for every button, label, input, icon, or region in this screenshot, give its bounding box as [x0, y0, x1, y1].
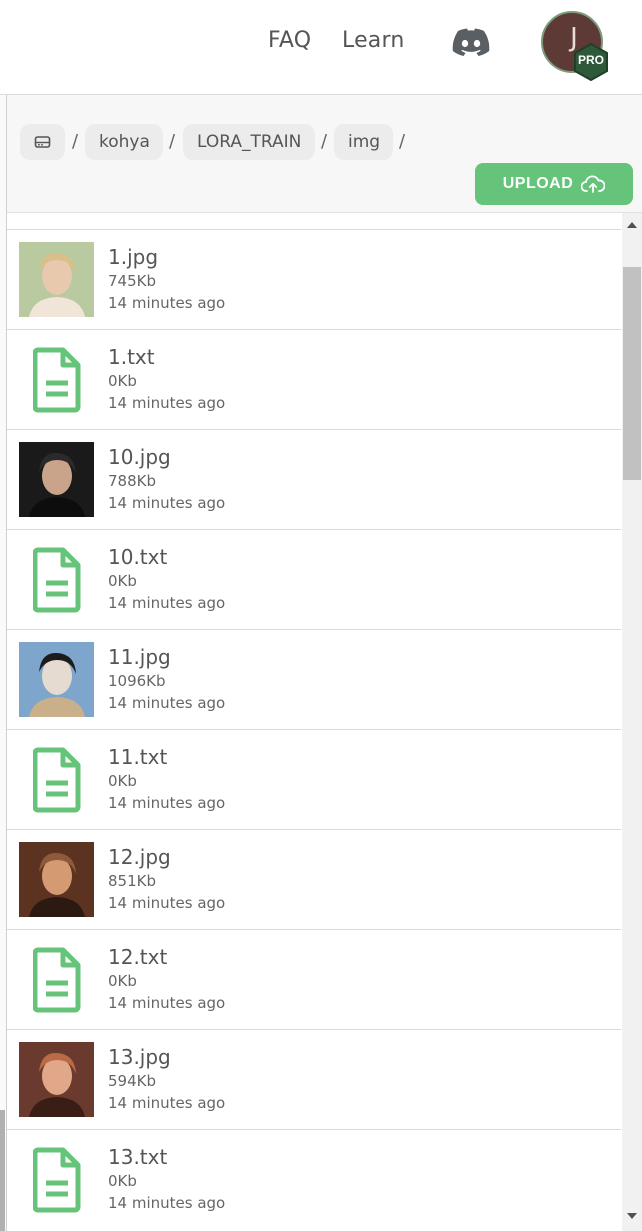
- file-name[interactable]: 12.txt: [108, 945, 167, 969]
- file-row[interactable]: 11.jpg 1096Kb 14 minutes ago: [7, 629, 621, 729]
- breadcrumb-separator: /: [169, 131, 176, 152]
- file-name[interactable]: 11.jpg: [108, 645, 171, 669]
- scroll-down-arrow-icon[interactable]: [627, 1213, 637, 1219]
- file-row[interactable]: 11.txt 0Kb 14 minutes ago: [7, 729, 621, 829]
- file-size: 0Kb: [108, 972, 137, 990]
- text-file-icon[interactable]: [33, 947, 81, 1013]
- breadcrumb-separator: /: [321, 131, 328, 152]
- file-modified-time: 14 minutes ago: [108, 1094, 226, 1112]
- file-modified-time: 14 minutes ago: [108, 1194, 226, 1212]
- file-list: 1.jpg 745Kb 14 minutes ago 1.txt 0Kb 14 …: [7, 229, 621, 1229]
- file-modified-time: 14 minutes ago: [108, 394, 226, 412]
- file-row[interactable]: 10.jpg 788Kb 14 minutes ago: [7, 429, 621, 529]
- file-modified-time: 14 minutes ago: [108, 294, 226, 312]
- file-size: 0Kb: [108, 1172, 137, 1190]
- file-modified-time: 14 minutes ago: [108, 894, 226, 912]
- text-file-icon[interactable]: [33, 547, 81, 613]
- file-modified-time: 14 minutes ago: [108, 794, 226, 812]
- image-thumbnail[interactable]: [19, 242, 94, 317]
- file-size: 745Kb: [108, 272, 156, 290]
- file-modified-time: 14 minutes ago: [108, 594, 226, 612]
- breadcrumb-separator: /: [399, 131, 406, 152]
- image-thumbnail[interactable]: [19, 842, 94, 917]
- file-size: 0Kb: [108, 572, 137, 590]
- file-name[interactable]: 13.txt: [108, 1145, 167, 1169]
- scroll-up-arrow-icon[interactable]: [627, 222, 637, 228]
- file-row[interactable]: 12.jpg 851Kb 14 minutes ago: [7, 829, 621, 929]
- file-size: 1096Kb: [108, 672, 166, 690]
- breadcrumb-root[interactable]: [20, 124, 65, 160]
- file-name[interactable]: 1.jpg: [108, 245, 158, 269]
- file-name[interactable]: 10.jpg: [108, 445, 171, 469]
- file-name[interactable]: 11.txt: [108, 745, 167, 769]
- file-name[interactable]: 13.jpg: [108, 1045, 171, 1069]
- file-size: 0Kb: [108, 772, 137, 790]
- upload-button-label: UPLOAD: [502, 175, 574, 192]
- pro-badge-label: PRO: [577, 53, 604, 67]
- text-file-icon[interactable]: [33, 1147, 81, 1213]
- breadcrumb-item-kohya[interactable]: kohya: [85, 124, 163, 160]
- image-thumbnail[interactable]: [19, 1042, 94, 1117]
- top-header: FAQ Learn J PRO: [0, 0, 642, 95]
- breadcrumb-item-img[interactable]: img: [334, 124, 393, 160]
- nav-learn-link[interactable]: Learn: [342, 28, 405, 53]
- file-size: 788Kb: [108, 472, 156, 490]
- text-file-icon[interactable]: [33, 747, 81, 813]
- text-file-icon[interactable]: [33, 347, 81, 413]
- file-name[interactable]: 10.txt: [108, 545, 167, 569]
- file-row[interactable]: 1.txt 0Kb 14 minutes ago: [7, 329, 621, 429]
- upload-button[interactable]: UPLOAD: [475, 163, 633, 205]
- file-row[interactable]: 13.jpg 594Kb 14 minutes ago: [7, 1029, 621, 1129]
- file-modified-time: 14 minutes ago: [108, 694, 226, 712]
- image-thumbnail[interactable]: [19, 642, 94, 717]
- cloud-upload-icon: [581, 175, 606, 193]
- file-modified-time: 14 minutes ago: [108, 994, 226, 1012]
- left-panel-scroll: [0, 1110, 5, 1231]
- file-name[interactable]: 12.jpg: [108, 845, 171, 869]
- image-thumbnail[interactable]: [19, 442, 94, 517]
- file-row[interactable]: 1.jpg 745Kb 14 minutes ago: [7, 229, 621, 329]
- file-row[interactable]: 13.txt 0Kb 14 minutes ago: [7, 1129, 621, 1229]
- file-modified-time: 14 minutes ago: [108, 494, 226, 512]
- breadcrumb-item-lora-train[interactable]: LORA_TRAIN: [183, 124, 315, 160]
- file-size: 594Kb: [108, 1072, 156, 1090]
- nav-faq-link[interactable]: FAQ: [268, 28, 311, 53]
- file-size: 851Kb: [108, 872, 156, 890]
- discord-icon[interactable]: [452, 28, 490, 56]
- file-row[interactable]: 10.txt 0Kb 14 minutes ago: [7, 529, 621, 629]
- file-size: 0Kb: [108, 372, 137, 390]
- file-name[interactable]: 1.txt: [108, 345, 155, 369]
- drive-icon: [34, 136, 51, 148]
- breadcrumb-separator: /: [72, 131, 79, 152]
- scrollbar-thumb[interactable]: [623, 267, 641, 480]
- file-row[interactable]: 12.txt 0Kb 14 minutes ago: [7, 929, 621, 1029]
